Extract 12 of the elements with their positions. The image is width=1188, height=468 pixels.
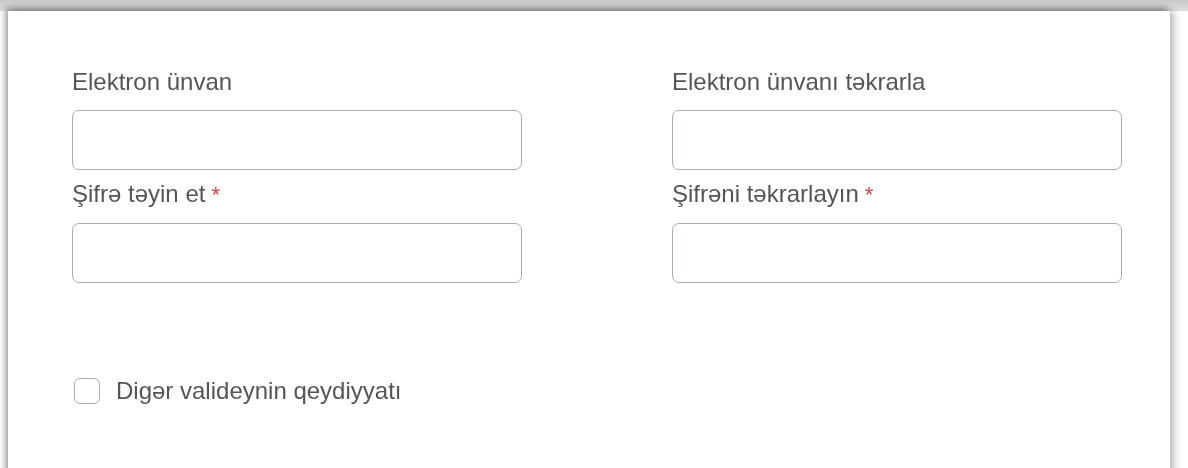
field-label: Şifrəni təkrarlayın [672, 179, 859, 209]
required-mark: * [211, 181, 220, 209]
input-field[interactable] [672, 223, 1122, 283]
input-field[interactable] [672, 110, 1122, 170]
checkbox-label: Digər valideynin qeydiyyatı [116, 377, 402, 405]
field-label: Şifrə təyin et [72, 179, 206, 209]
field-label: Elektron ünvanı təkrarla [672, 67, 926, 97]
required-mark: * [864, 181, 874, 209]
input-field[interactable] [72, 223, 522, 283]
input-field[interactable] [72, 110, 522, 170]
checkbox[interactable] [74, 378, 100, 404]
field-label: Elektron ünvan [72, 67, 233, 97]
